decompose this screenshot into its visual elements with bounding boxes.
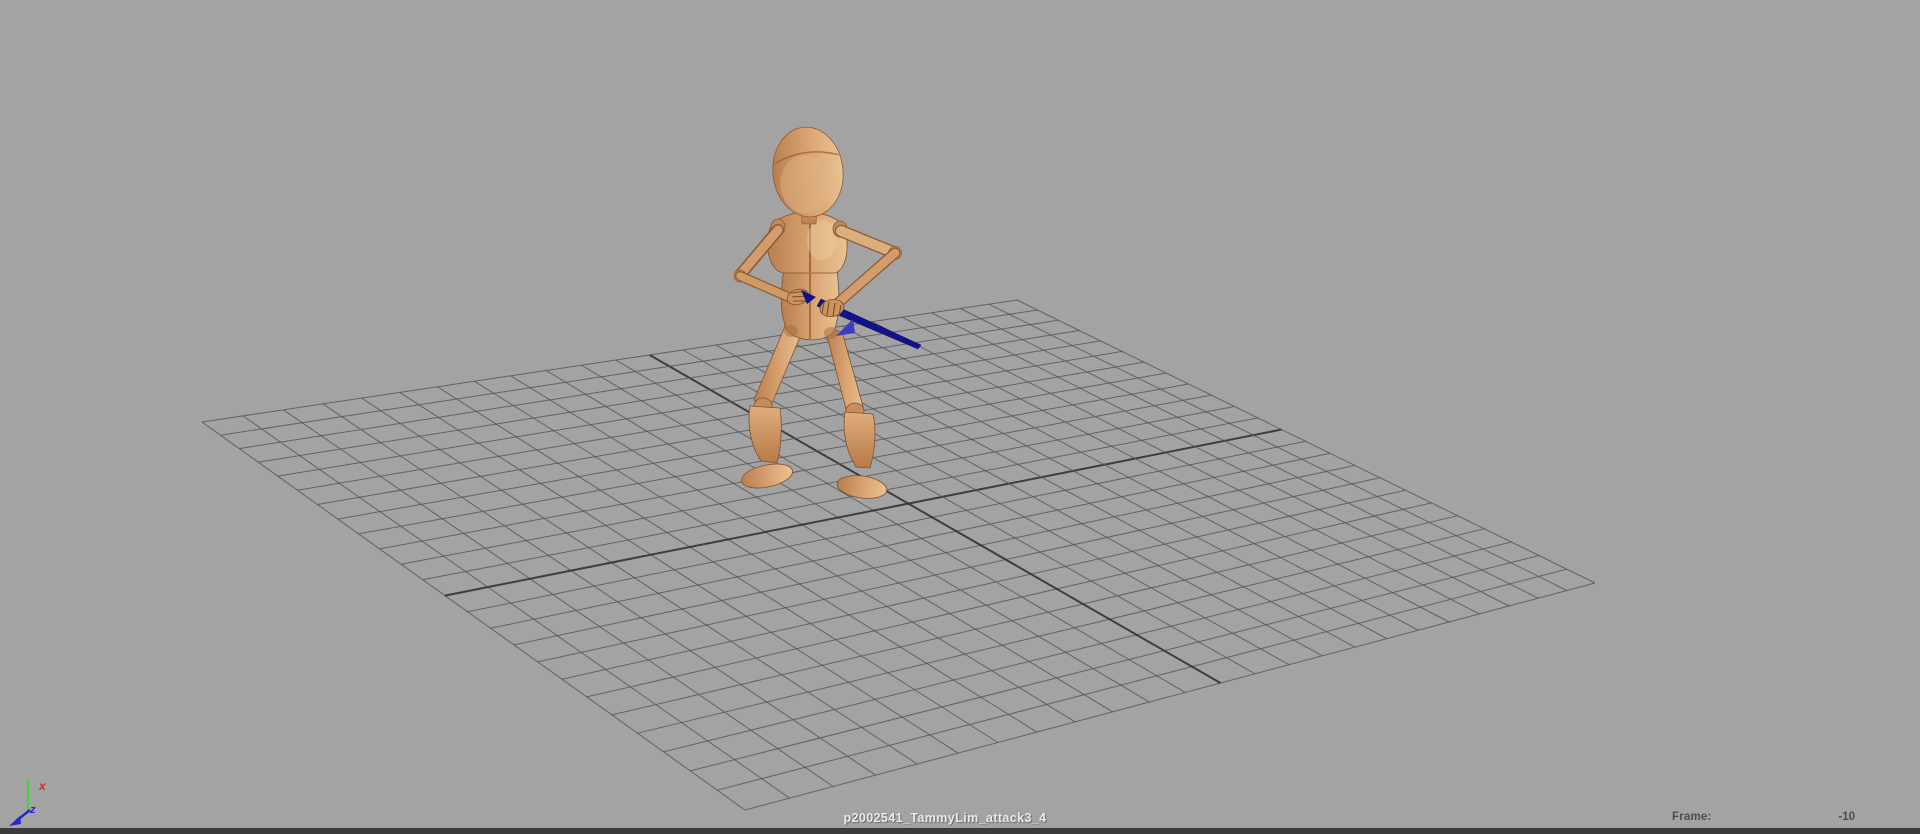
character-mannequin[interactable] [690, 110, 930, 520]
character-left-leg [741, 323, 804, 489]
sword-pommel-arrow [836, 319, 855, 336]
frame-label: Frame: [1672, 811, 1712, 823]
take-name-label: p2002541_TammyLim_attack3_4 [843, 811, 1047, 825]
character-head [772, 126, 844, 218]
x-axis-label: x [39, 779, 46, 793]
character-right-leg [824, 327, 888, 499]
3d-viewport[interactable]: x z p2002541_TammyLim_attack3_4 Frame: -… [0, 0, 1920, 834]
frame-value: -10 [1838, 811, 1855, 823]
ground-grid [201, 299, 1596, 811]
character-right-arm [832, 224, 902, 309]
bottom-status-strip [0, 828, 1920, 834]
